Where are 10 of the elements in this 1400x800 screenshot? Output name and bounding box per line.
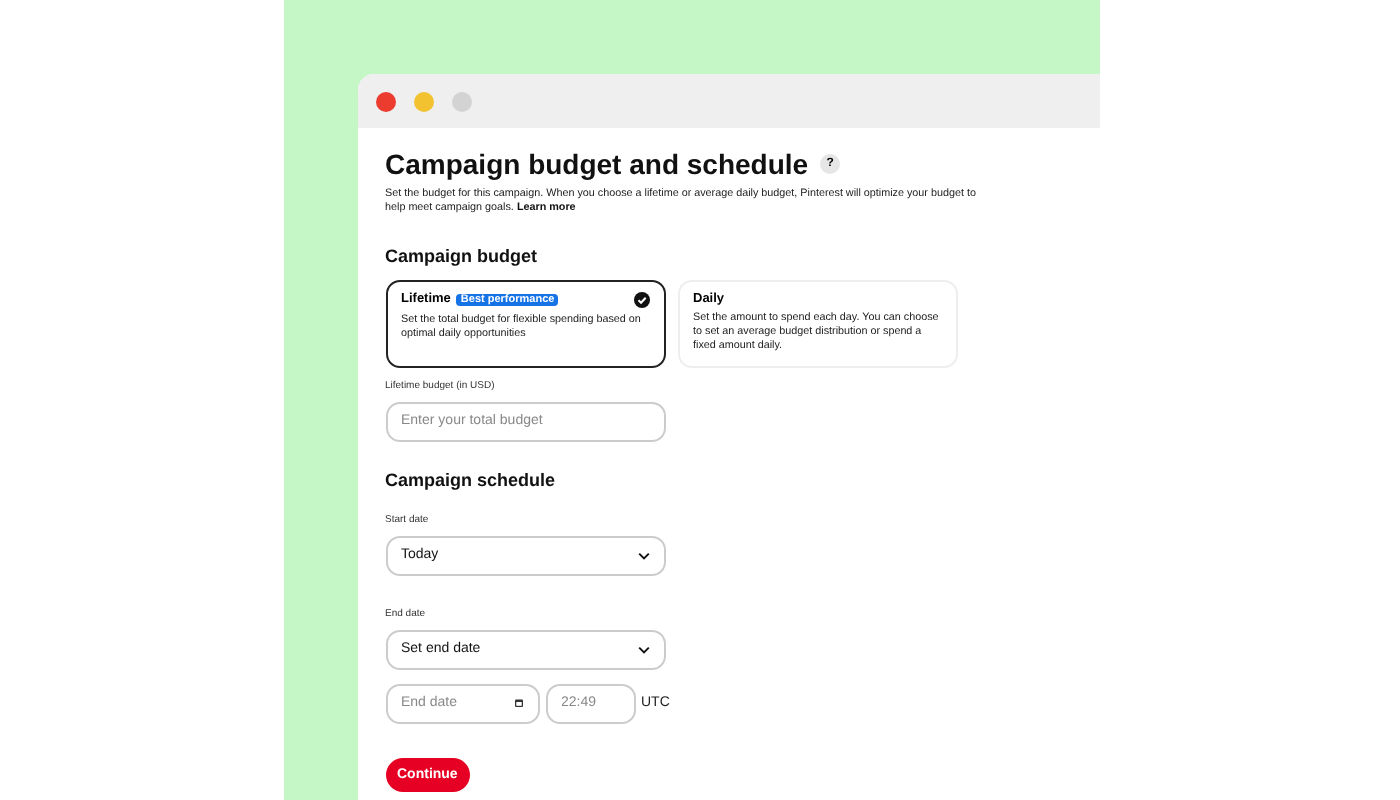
section-heading: Campaign budget [385,245,537,266]
page-title: Campaign budget and schedule [385,148,809,180]
chevron-down-icon [637,645,649,654]
close-control[interactable] [375,91,395,111]
minimize-control[interactable] [413,91,433,111]
maximize-control[interactable] [451,91,471,111]
chevron-down-icon [637,551,649,560]
calendar-icon [513,698,523,709]
check-icon [633,291,649,308]
section-heading: Campaign schedule [385,469,556,490]
